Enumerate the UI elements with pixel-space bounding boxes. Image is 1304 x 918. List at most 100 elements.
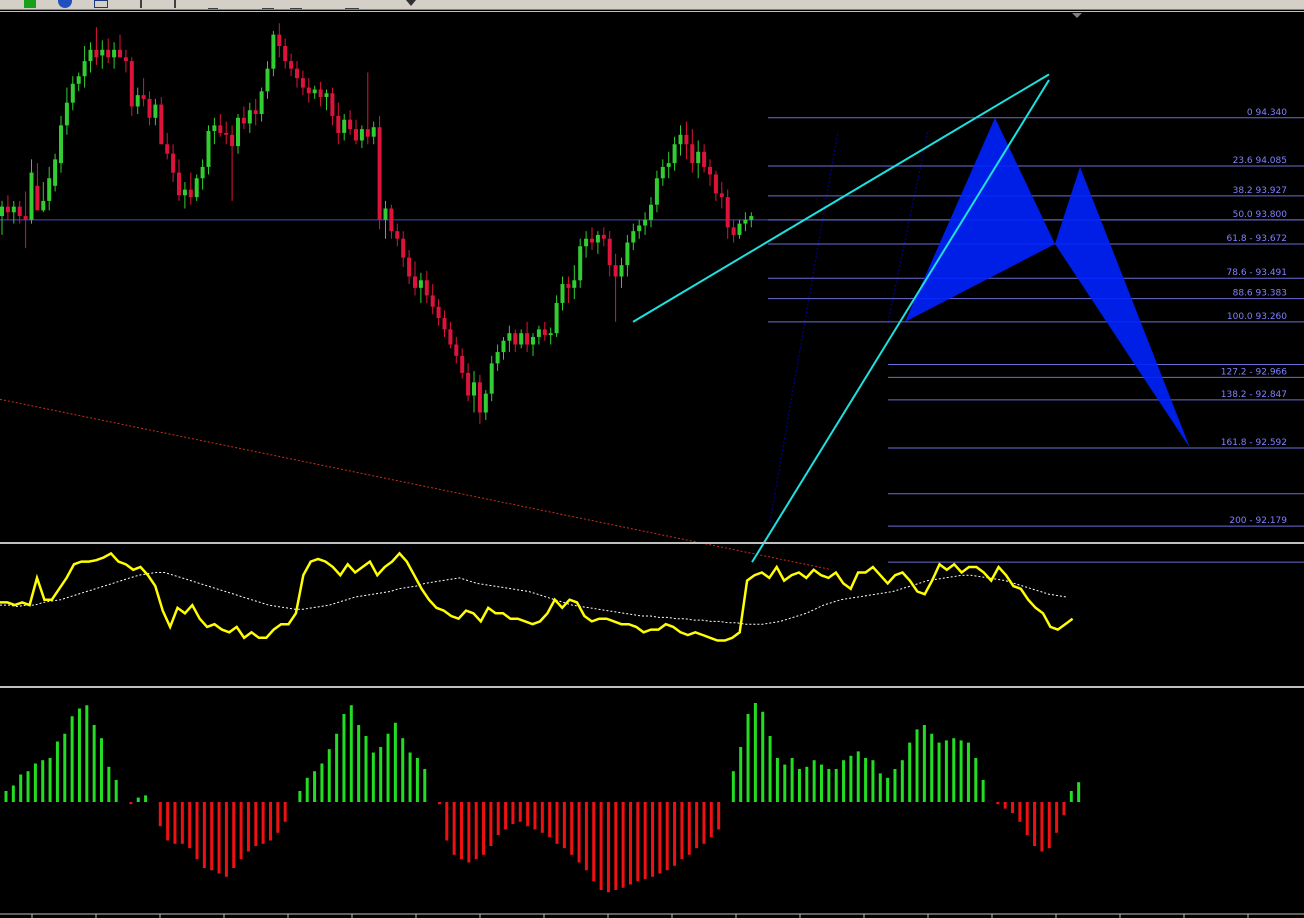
scroll-marker-icon [1072,13,1082,18]
candle-body [542,329,547,336]
candle-body [413,276,417,288]
candle-body [643,219,648,226]
candle-body [578,246,583,281]
candle-body [112,49,117,58]
candle-body [188,189,193,198]
candle-body [501,340,506,353]
oscillator-pane [0,551,1074,642]
candle-body [495,352,500,364]
candle-body [607,238,612,266]
candle-body [389,208,394,232]
candle-body [289,61,294,69]
candle-body [171,153,176,173]
candle-body [177,172,181,196]
candle-body [696,151,701,164]
candle-body [660,166,665,179]
candle-body [35,185,40,211]
candle-body [595,234,600,243]
candle-body [631,231,636,243]
candle-body [123,57,128,62]
fib-level-label: 0 94.340 [1247,108,1287,118]
candle-body [371,127,376,137]
candle-body [306,87,311,94]
candle-body [295,68,299,79]
candle-body [283,46,288,62]
candle-body [442,318,447,330]
candle-body [365,129,370,137]
candle-body [11,206,16,213]
candle-body [147,98,152,118]
candle-body [590,238,594,243]
candle-body [418,280,423,288]
candle-body [348,119,353,130]
candle-body [383,208,388,220]
pattern-triangle-bcd [1055,166,1190,449]
candle-body [218,125,223,133]
fib-level-label: 138.2 - 92.847 [1221,390,1287,400]
candle-body [625,242,630,266]
candle-body [725,197,730,228]
candle-body [690,144,695,164]
candle-body [554,302,559,334]
fib-level-label: 88.6 93.383 [1233,289,1287,299]
candle-body [654,178,659,205]
histogram-pane [4,703,1081,893]
candle-body [560,284,565,303]
candle-body [47,178,52,201]
candle-body [271,34,276,69]
candle-body [708,166,712,175]
candle-body [713,174,718,194]
fib-level-label: 127.2 - 92.966 [1221,367,1287,377]
candle-body [460,355,465,373]
pane-frame [0,11,1304,918]
candle-body [613,265,618,277]
candle-body [342,119,347,133]
chart-area[interactable]: 0 94.340 23.6 94.085 38.2 93.927 50.0 93.80… [0,0,1304,918]
candle-body [259,91,264,115]
candle-body [29,172,34,220]
candle-body [336,115,341,133]
candle-body [672,144,677,164]
candle-body [472,382,476,396]
candle-body [200,166,205,179]
candle-body [424,280,429,296]
candle-body [165,144,170,154]
fib-level-label: 38.2 93.927 [1233,186,1287,196]
candle-body [106,49,111,58]
candle-body [230,134,235,147]
fib-level-label: 23.6 94.085 [1233,156,1287,166]
candle-body [489,363,494,394]
candle-body [129,61,134,107]
candle-body [135,95,140,107]
candle-body [401,238,406,258]
fib-level-label: 50.0 93.800 [1233,210,1288,220]
candle-body [601,234,606,239]
candle-body [359,129,364,141]
candle-body [153,104,158,118]
candle-body [224,132,229,135]
candle-body [247,110,252,124]
candle-body [678,134,683,145]
candle-body [118,49,122,58]
fib-level-label: 100.0 93.260 [1227,312,1287,322]
candle-body [477,382,482,413]
candle-body [212,125,217,132]
candle-body [318,89,323,98]
candle-body [436,306,441,319]
candle-body [483,393,488,413]
trend-line-lower [751,79,1050,563]
candle-body [719,193,724,198]
candle-body [88,49,93,62]
candle-body [76,76,81,84]
candle-body [507,333,512,341]
candle-body [684,134,689,145]
channel-line [769,130,839,523]
candle-body [82,61,87,77]
fib-level-label: 200 - 92.179 [1229,516,1287,526]
candle-body [194,178,199,198]
candle-body [0,206,4,217]
candle-body [619,265,624,277]
candle-body [749,216,754,220]
candle-body [100,49,105,56]
candle-body [70,83,75,103]
